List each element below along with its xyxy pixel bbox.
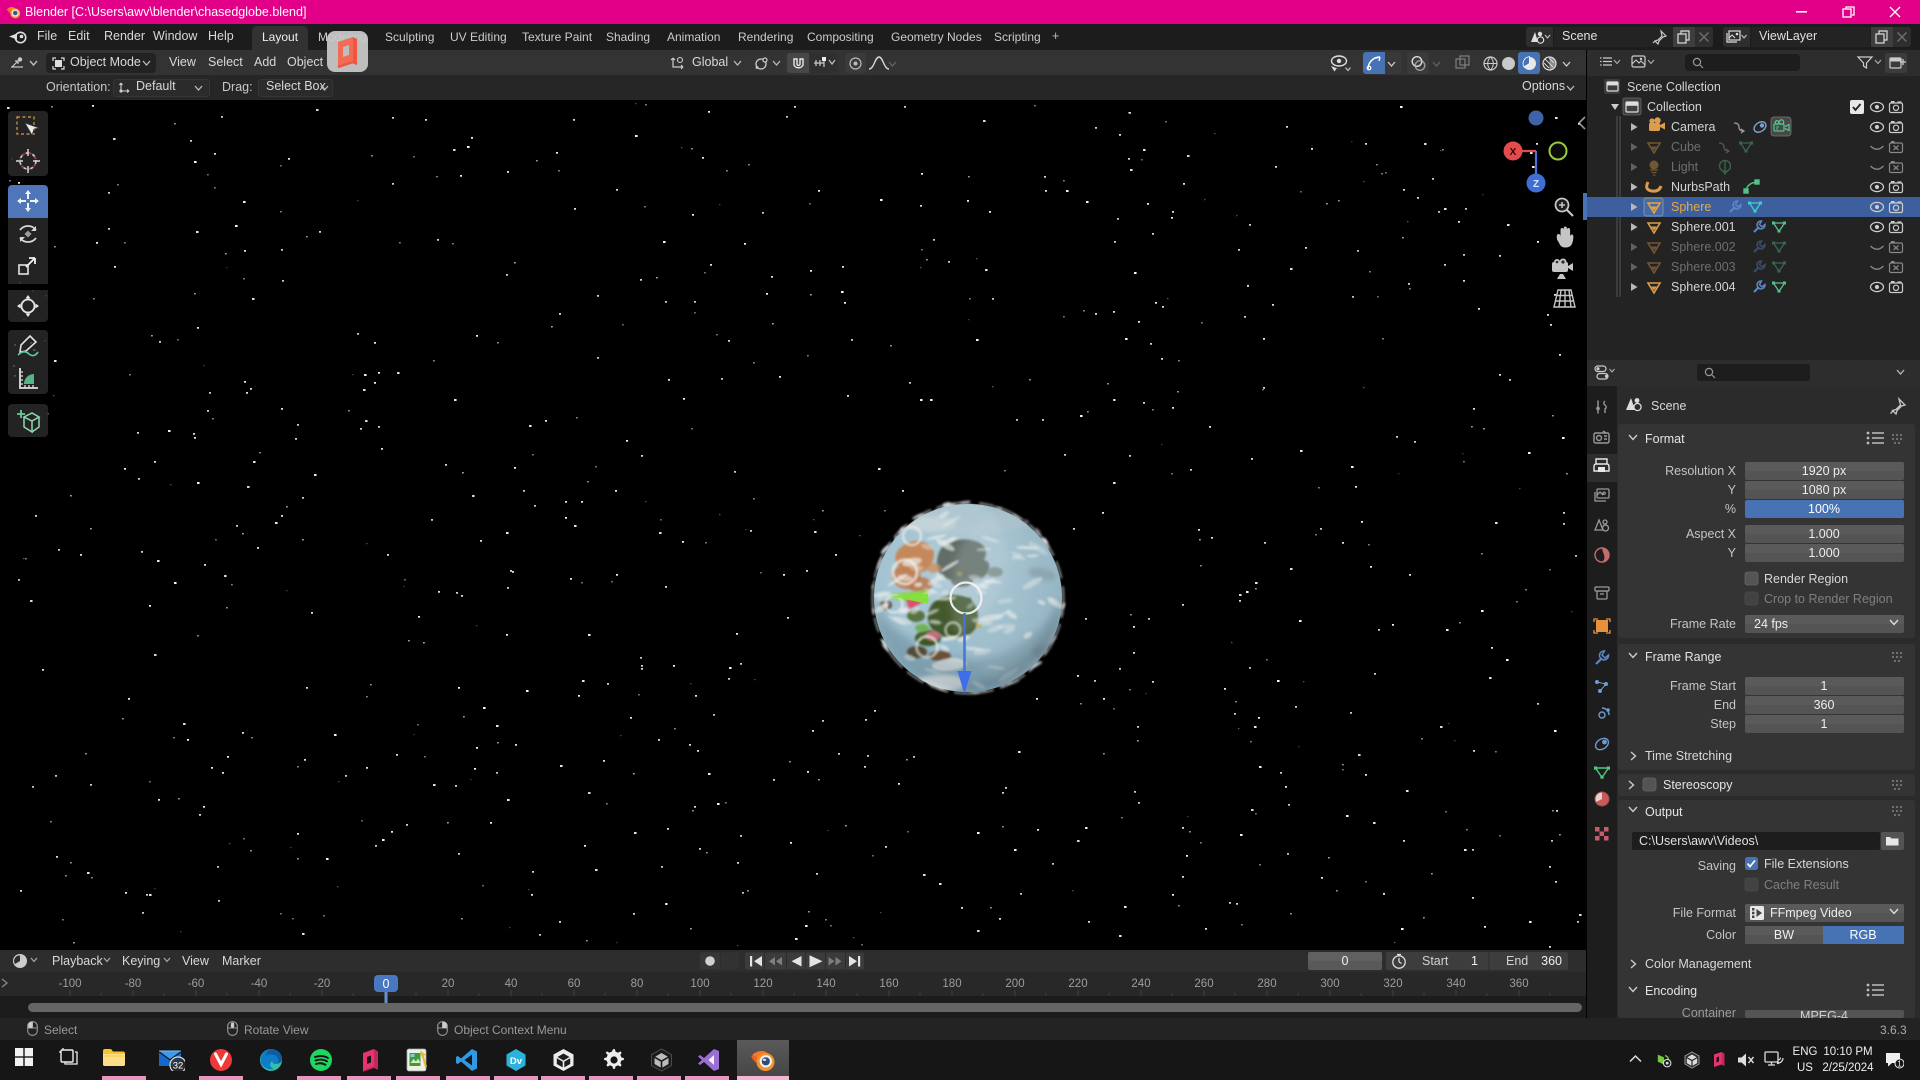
svg-text:0: 0 xyxy=(383,977,390,991)
svg-text:240: 240 xyxy=(1131,978,1150,990)
svg-text:NurbsPath: NurbsPath xyxy=(1671,180,1730,194)
svg-text:340: 340 xyxy=(1446,978,1465,990)
svg-text:Render Region: Render Region xyxy=(1764,572,1848,586)
svg-text:Container: Container xyxy=(1682,1006,1736,1018)
svg-text:File Extensions: File Extensions xyxy=(1764,857,1849,871)
svg-text:1080 px: 1080 px xyxy=(1802,483,1847,497)
svg-text:32: 32 xyxy=(173,1061,184,1072)
svg-text:Light: Light xyxy=(1671,160,1699,174)
svg-text:Saving: Saving xyxy=(1698,859,1736,873)
svg-text:80: 80 xyxy=(631,978,644,990)
svg-text:Time Stretching: Time Stretching xyxy=(1645,749,1732,763)
svg-text:1.000: 1.000 xyxy=(1808,546,1839,560)
svg-text:120: 120 xyxy=(753,978,772,990)
svg-text:Z: Z xyxy=(1533,179,1539,190)
svg-text:Resolution X: Resolution X xyxy=(1665,464,1737,478)
svg-text:24 fps: 24 fps xyxy=(1754,617,1788,631)
svg-text:-20: -20 xyxy=(314,978,331,990)
svg-text:-80: -80 xyxy=(125,978,142,990)
svg-text:Color: Color xyxy=(1706,928,1736,942)
svg-text:Frame Start: Frame Start xyxy=(1670,679,1737,693)
svg-text:Scene: Scene xyxy=(1651,399,1686,413)
svg-text:100: 100 xyxy=(690,978,709,990)
svg-text:Sphere.003: Sphere.003 xyxy=(1671,260,1736,274)
svg-text:260: 260 xyxy=(1194,978,1213,990)
svg-text:200: 200 xyxy=(1005,978,1024,990)
svg-text:Y: Y xyxy=(1728,483,1737,497)
svg-text:1: 1 xyxy=(1821,679,1828,693)
svg-text:1: 1 xyxy=(1897,1060,1902,1069)
svg-text:MPEG-4: MPEG-4 xyxy=(1800,1009,1848,1018)
svg-text:40: 40 xyxy=(505,978,518,990)
svg-text:End: End xyxy=(1714,698,1736,712)
svg-text:60: 60 xyxy=(568,978,581,990)
svg-text:Start: Start xyxy=(1422,954,1449,968)
svg-text:360: 360 xyxy=(1509,978,1528,990)
svg-text:RGB: RGB xyxy=(1849,928,1876,942)
svg-text:Sphere.002: Sphere.002 xyxy=(1671,240,1736,254)
svg-text:Marker: Marker xyxy=(222,954,261,968)
svg-text:1: 1 xyxy=(1471,954,1478,968)
svg-text:-100: -100 xyxy=(58,978,81,990)
svg-text:-40: -40 xyxy=(251,978,268,990)
svg-text:Scene Collection: Scene Collection xyxy=(1627,80,1721,94)
svg-text:Keying: Keying xyxy=(122,954,160,968)
svg-text:Stereoscopy: Stereoscopy xyxy=(1663,778,1733,792)
svg-text:180: 180 xyxy=(942,978,961,990)
svg-text:Frame Rate: Frame Rate xyxy=(1670,617,1736,631)
svg-text:Collection: Collection xyxy=(1647,100,1702,114)
svg-text:Output: Output xyxy=(1645,805,1683,819)
svg-text:280: 280 xyxy=(1257,978,1276,990)
svg-text:360: 360 xyxy=(1541,954,1562,968)
svg-text:140: 140 xyxy=(816,978,835,990)
svg-text:Camera: Camera xyxy=(1671,120,1716,134)
svg-text:300: 300 xyxy=(1320,978,1339,990)
svg-text:Step: Step xyxy=(1710,717,1736,731)
svg-text:Cube: Cube xyxy=(1671,140,1701,154)
svg-text:Crop to Render Region: Crop to Render Region xyxy=(1764,592,1893,606)
svg-text:Format: Format xyxy=(1645,432,1685,446)
svg-text:Y: Y xyxy=(1728,546,1737,560)
svg-text:%: % xyxy=(1725,502,1736,516)
svg-text:Cache Result: Cache Result xyxy=(1764,878,1840,892)
svg-text:Sphere.001: Sphere.001 xyxy=(1671,220,1736,234)
svg-text:X: X xyxy=(1510,147,1517,158)
svg-text:C:\Users\awv\Videos\: C:\Users\awv\Videos\ xyxy=(1639,834,1759,848)
svg-text:View: View xyxy=(182,954,210,968)
svg-text:FFmpeg Video: FFmpeg Video xyxy=(1770,906,1852,920)
svg-text:Aspect X: Aspect X xyxy=(1686,527,1737,541)
svg-text:Sphere: Sphere xyxy=(1671,200,1711,214)
svg-text:-60: -60 xyxy=(188,978,205,990)
svg-text:1.000: 1.000 xyxy=(1808,527,1839,541)
svg-text:Color Management: Color Management xyxy=(1645,957,1752,971)
svg-text:1920 px: 1920 px xyxy=(1802,464,1847,478)
svg-text:BW: BW xyxy=(1774,928,1794,942)
svg-text:0: 0 xyxy=(1342,954,1349,968)
svg-text:1: 1 xyxy=(1821,717,1828,731)
svg-text:160: 160 xyxy=(879,978,898,990)
svg-text:360: 360 xyxy=(1814,698,1835,712)
svg-text:Dv: Dv xyxy=(510,1056,523,1067)
svg-text:Playback: Playback xyxy=(52,954,103,968)
svg-text:File Format: File Format xyxy=(1673,906,1737,920)
svg-text:320: 320 xyxy=(1383,978,1402,990)
svg-text:220: 220 xyxy=(1068,978,1087,990)
svg-text:Frame Range: Frame Range xyxy=(1645,650,1721,664)
svg-text:Encoding: Encoding xyxy=(1645,984,1697,998)
svg-text:100%: 100% xyxy=(1808,502,1840,516)
svg-text:End: End xyxy=(1506,954,1528,968)
svg-text:Sphere.004: Sphere.004 xyxy=(1671,280,1736,294)
svg-text:20: 20 xyxy=(442,978,455,990)
